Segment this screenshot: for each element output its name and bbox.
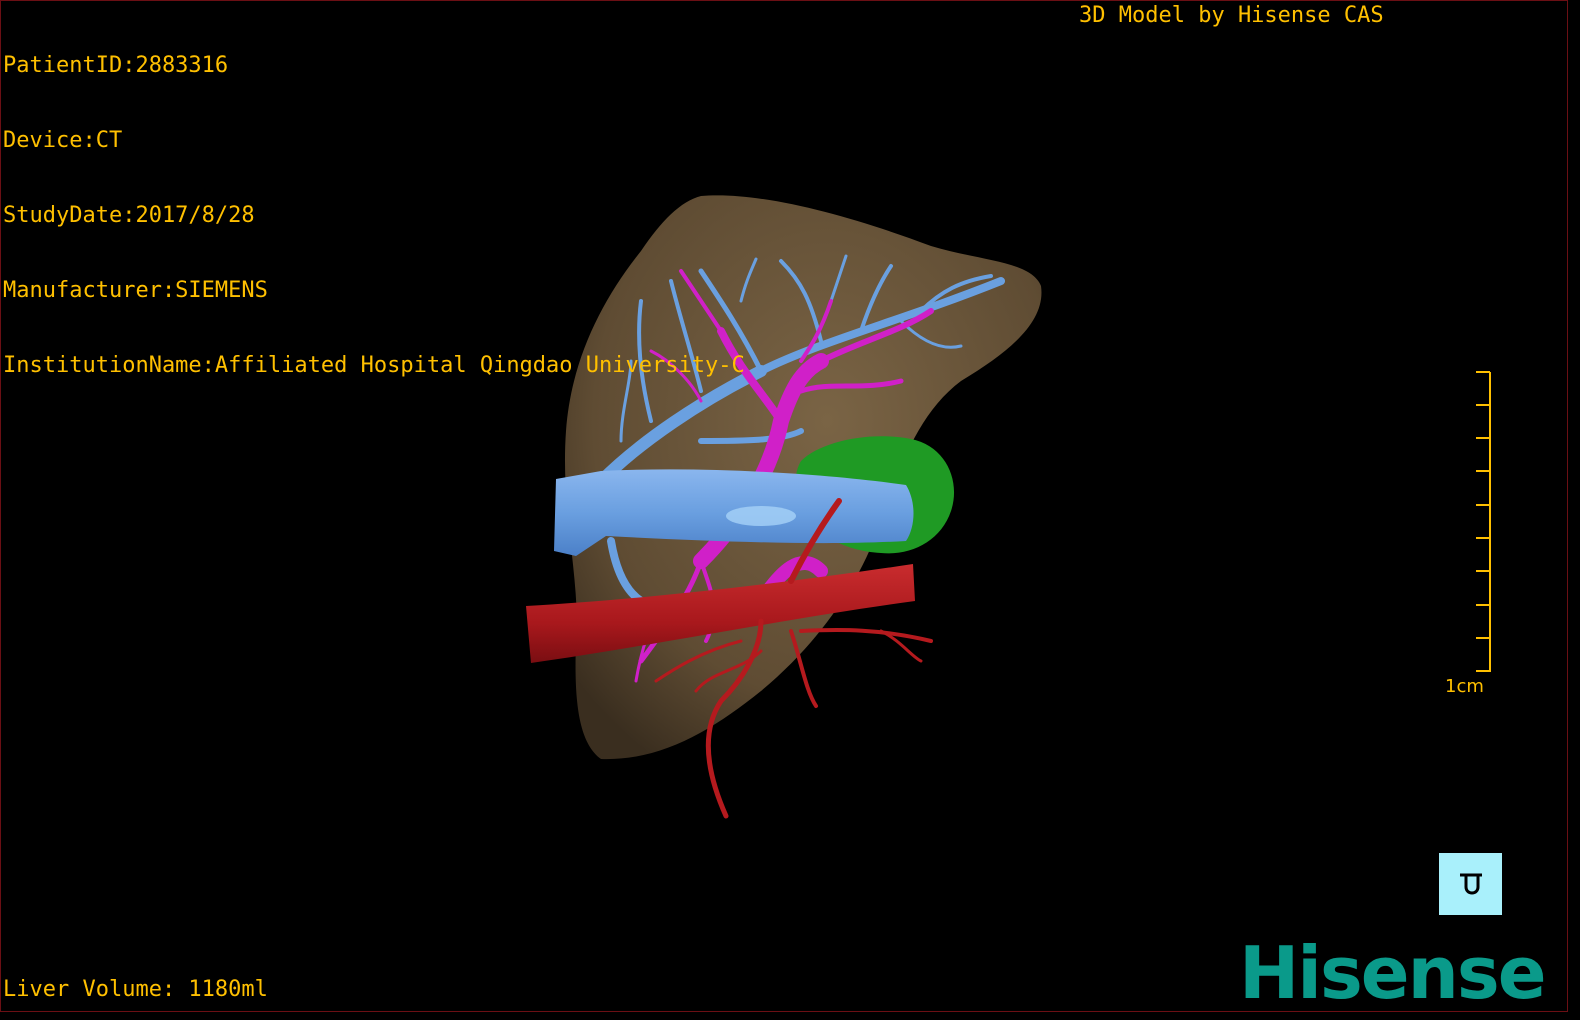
model-credit: 3D Model by Hisense CAS	[1079, 3, 1384, 28]
patient-id: PatientID:2883316	[3, 53, 229, 78]
3d-viewport[interactable]: PatientID:2883316 Device:CT StudyDate:20…	[0, 0, 1568, 1012]
scale-bar	[1476, 371, 1491, 672]
manufacturer: Manufacturer:SIEMENS	[3, 278, 268, 303]
scale-bar-label: 1cm	[1445, 676, 1484, 697]
institution-name: InstitutionName:Affiliated Hospital Qing…	[3, 353, 745, 378]
orientation-cube-icon[interactable]	[1439, 853, 1502, 915]
device: Device:CT	[3, 128, 123, 153]
hisense-logo: Hisense	[1239, 931, 1547, 1012]
liver-volume: Liver Volume: 1180ml	[3, 977, 268, 1002]
study-date: StudyDate:2017/8/28	[3, 203, 255, 228]
study-info-overlay: PatientID:2883316 Device:CT StudyDate:20…	[3, 3, 745, 428]
orientation-face-glyph	[1459, 873, 1482, 895]
